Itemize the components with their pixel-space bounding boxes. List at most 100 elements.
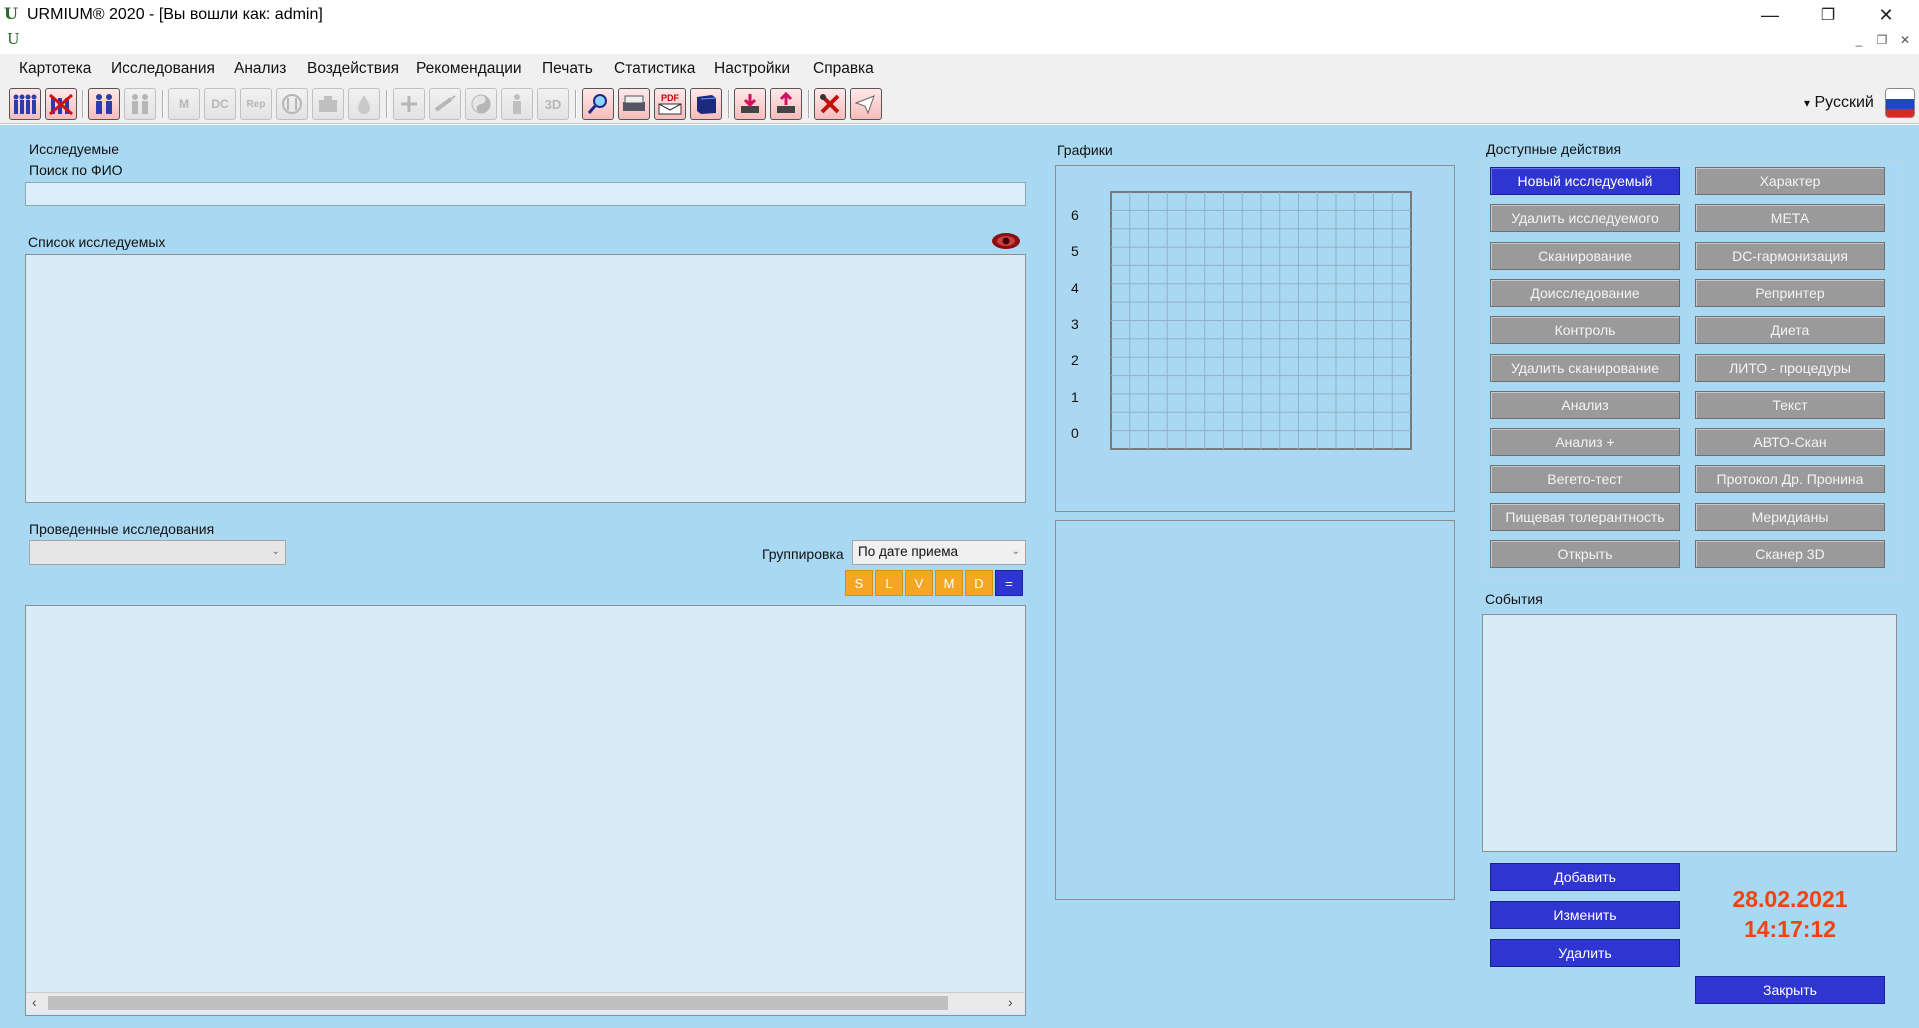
action-left-button[interactable]: Удалить исследуемого bbox=[1490, 204, 1680, 232]
delete-event-button[interactable]: Удалить bbox=[1490, 939, 1680, 967]
toolbar-separator bbox=[808, 90, 810, 118]
current-date: 28.02.2021 bbox=[1732, 886, 1848, 912]
menu-issledovaniya[interactable]: Исследования bbox=[111, 60, 215, 78]
mdi-close-button[interactable]: ✕ bbox=[1896, 33, 1914, 51]
action-left-button[interactable]: Анализ bbox=[1490, 391, 1680, 419]
menu-analiz[interactable]: Анализ bbox=[234, 60, 286, 78]
filter-d-button[interactable]: D bbox=[965, 570, 993, 596]
minimize-button[interactable]: — bbox=[1741, 0, 1799, 30]
edit-event-button[interactable]: Изменить bbox=[1490, 901, 1680, 929]
search-input[interactable] bbox=[25, 182, 1026, 206]
toolbar-separator bbox=[386, 90, 388, 118]
filter-equal-button[interactable]: = bbox=[995, 570, 1023, 596]
body-icon[interactable] bbox=[501, 88, 533, 120]
eye-icon[interactable] bbox=[991, 231, 1021, 251]
mdi-minimize-button[interactable]: _ bbox=[1850, 33, 1868, 51]
toolbar-separator bbox=[575, 90, 577, 118]
mdi-child-bar: U _ ❐ ✕ bbox=[0, 30, 1919, 54]
action-right-button[interactable]: Меридианы bbox=[1695, 503, 1885, 531]
chevron-down-icon: ▾ bbox=[1804, 96, 1811, 110]
book-icon[interactable] bbox=[690, 88, 722, 120]
charts-title: Графики bbox=[1057, 142, 1113, 158]
menu-spravka[interactable]: Справка bbox=[813, 60, 874, 78]
tools-icon[interactable] bbox=[814, 88, 846, 120]
menu-pechat[interactable]: Печать bbox=[542, 60, 593, 78]
action-right-button[interactable]: DC-гармонизация bbox=[1695, 242, 1885, 270]
meta-icon[interactable]: M bbox=[168, 88, 200, 120]
action-right-button[interactable]: Текст bbox=[1695, 391, 1885, 419]
scroll-right-icon[interactable]: › bbox=[1008, 994, 1013, 1010]
food-icon[interactable] bbox=[276, 88, 308, 120]
studies-combo[interactable]: ⌄ bbox=[29, 540, 286, 565]
pdf-label: PDF bbox=[661, 93, 679, 103]
scanner-icon[interactable] bbox=[618, 88, 650, 120]
toolbar-separator bbox=[162, 90, 164, 118]
toolbar-separator bbox=[82, 90, 84, 118]
menu-statistika[interactable]: Статистика bbox=[614, 60, 695, 78]
box-icon[interactable] bbox=[312, 88, 344, 120]
add-event-button[interactable]: Добавить bbox=[1490, 863, 1680, 891]
people-edit-icon[interactable] bbox=[124, 88, 156, 120]
action-right-button[interactable]: Диета bbox=[1695, 316, 1885, 344]
action-right-button[interactable]: МЕТА bbox=[1695, 204, 1885, 232]
horizontal-scrollbar[interactable]: ‹ › bbox=[26, 992, 1024, 1012]
filter-m-button[interactable]: M bbox=[935, 570, 963, 596]
scrollbar-thumb[interactable] bbox=[48, 996, 948, 1010]
dc-icon[interactable]: DC bbox=[204, 88, 236, 120]
action-right-button[interactable]: Сканер 3D bbox=[1695, 540, 1885, 568]
import-icon[interactable] bbox=[734, 88, 766, 120]
action-right-button[interactable]: Протокол Др. Пронина bbox=[1695, 465, 1885, 493]
menu-nastroyki[interactable]: Настройки bbox=[714, 60, 790, 78]
y-tick-label: 6 bbox=[1071, 207, 1079, 223]
yinyang-icon[interactable] bbox=[465, 88, 497, 120]
scroll-left-icon[interactable]: ‹ bbox=[32, 994, 37, 1010]
subjects-title: Исследуемые bbox=[29, 141, 119, 157]
filter-v-button[interactable]: V bbox=[905, 570, 933, 596]
mdi-restore-button[interactable]: ❐ bbox=[1873, 33, 1891, 51]
menu-rekomendatsii[interactable]: Рекомендации bbox=[416, 60, 522, 78]
mail-icon[interactable] bbox=[850, 88, 882, 120]
people-icon[interactable] bbox=[9, 88, 41, 120]
search-icon[interactable] bbox=[582, 88, 614, 120]
action-left-button[interactable]: Пищевая толерантность bbox=[1490, 503, 1680, 531]
grouping-label: Группировка bbox=[762, 546, 844, 562]
close-window-button[interactable]: ✕ bbox=[1857, 0, 1915, 30]
people-pair-icon[interactable] bbox=[88, 88, 120, 120]
language-selector[interactable]: ▾ Русский bbox=[1804, 94, 1874, 112]
action-left-button[interactable]: Удалить сканирование bbox=[1490, 354, 1680, 382]
action-left-button[interactable]: Доисследование bbox=[1490, 279, 1680, 307]
action-left-button[interactable]: Анализ + bbox=[1490, 428, 1680, 456]
events-list[interactable] bbox=[1482, 614, 1897, 852]
chart-panel-secondary bbox=[1055, 520, 1455, 900]
studies-list[interactable] bbox=[25, 605, 1026, 1016]
rep-icon[interactable]: Rep bbox=[240, 88, 272, 120]
action-right-button[interactable]: ЛИТО - процедуры bbox=[1695, 354, 1885, 382]
action-left-button[interactable]: Новый исследуемый bbox=[1490, 167, 1680, 195]
delete-people-icon[interactable] bbox=[45, 88, 77, 120]
subjects-list[interactable] bbox=[25, 254, 1026, 503]
action-right-button[interactable]: АВТО-Скан bbox=[1695, 428, 1885, 456]
action-right-button[interactable]: Характер bbox=[1695, 167, 1885, 195]
export-icon[interactable] bbox=[770, 88, 802, 120]
chart-panel: 6 5 4 3 2 1 0 bbox=[1055, 165, 1455, 512]
drop-icon[interactable] bbox=[348, 88, 380, 120]
pdf-mail-icon[interactable]: PDF bbox=[654, 88, 686, 120]
filter-l-button[interactable]: L bbox=[875, 570, 903, 596]
menu-kartoteka[interactable]: Картотека bbox=[19, 60, 91, 78]
close-button[interactable]: Закрыть bbox=[1695, 976, 1885, 1004]
mdi-logo-icon: U bbox=[7, 30, 20, 48]
syringe-icon[interactable] bbox=[429, 88, 461, 120]
action-right-button[interactable]: Репринтер bbox=[1695, 279, 1885, 307]
grouping-combo[interactable]: По дате приема ⌄ bbox=[852, 540, 1026, 565]
action-left-button[interactable]: Сканирование bbox=[1490, 242, 1680, 270]
3d-icon[interactable]: 3D bbox=[537, 88, 569, 120]
action-left-button[interactable]: Открыть bbox=[1490, 540, 1680, 568]
plus-icon[interactable] bbox=[393, 88, 425, 120]
action-left-button[interactable]: Вегето-тест bbox=[1490, 465, 1680, 493]
menu-vozdeystviya[interactable]: Воздействия bbox=[307, 60, 399, 78]
datetime-display: 28.02.2021 14:17:12 bbox=[1700, 884, 1880, 944]
russia-flag-icon[interactable] bbox=[1885, 88, 1915, 118]
action-left-button[interactable]: Контроль bbox=[1490, 316, 1680, 344]
maximize-button[interactable]: ❐ bbox=[1799, 0, 1857, 30]
filter-s-button[interactable]: S bbox=[845, 570, 873, 596]
